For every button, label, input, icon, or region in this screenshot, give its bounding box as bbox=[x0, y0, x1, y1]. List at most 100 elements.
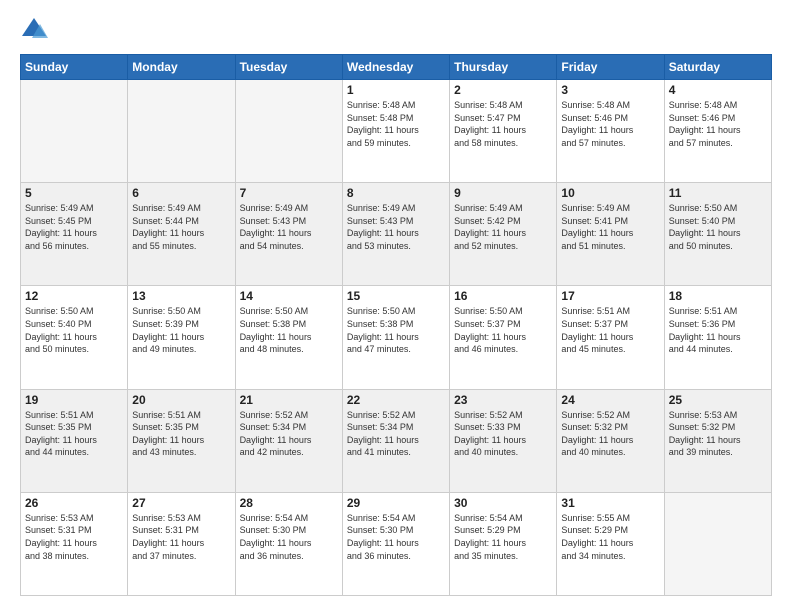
day-number: 4 bbox=[669, 83, 767, 97]
cell-info: Sunrise: 5:50 AM Sunset: 5:37 PM Dayligh… bbox=[454, 305, 552, 355]
calendar-cell bbox=[21, 80, 128, 183]
cell-info: Sunrise: 5:52 AM Sunset: 5:32 PM Dayligh… bbox=[561, 409, 659, 459]
calendar-cell: 14Sunrise: 5:50 AM Sunset: 5:38 PM Dayli… bbox=[235, 286, 342, 389]
cell-info: Sunrise: 5:52 AM Sunset: 5:34 PM Dayligh… bbox=[240, 409, 338, 459]
calendar-cell: 29 Sunrise: 5:54 AM Sunset: 5:30 PM Dayli… bbox=[342, 492, 449, 595]
day-number: 23 bbox=[454, 393, 552, 407]
calendar-cell: 9Sunrise: 5:49 AM Sunset: 5:42 PM Daylig… bbox=[450, 183, 557, 286]
cell-info: Sunrise: 5:49 AM Sunset: 5:42 PM Dayligh… bbox=[454, 202, 552, 252]
calendar-row-0: 1 Sunrise: 5:48 AM Sunset: 5:48 PM Daylig… bbox=[21, 80, 772, 183]
day-number: 26 bbox=[25, 496, 123, 510]
calendar-cell bbox=[128, 80, 235, 183]
calendar-cell bbox=[235, 80, 342, 183]
calendar-cell: 15 Sunrise: 5:50 AM Sunset: 5:38 PM Dayli… bbox=[342, 286, 449, 389]
page: SundayMondayTuesdayWednesdayThursdayFrid… bbox=[0, 0, 792, 612]
calendar-cell: 31 Sunrise: 5:55 AM Sunset: 5:29 PM Dayli… bbox=[557, 492, 664, 595]
calendar-cell: 4 Sunrise: 5:48 AM Sunset: 5:46 PM Daylig… bbox=[664, 80, 771, 183]
logo bbox=[20, 16, 52, 44]
cell-info: Sunrise: 5:48 AM Sunset: 5:46 PM Dayligh… bbox=[669, 99, 767, 149]
calendar-cell: 27Sunrise: 5:53 AM Sunset: 5:31 PM Dayli… bbox=[128, 492, 235, 595]
day-number: 18 bbox=[669, 289, 767, 303]
cell-info: Sunrise: 5:53 AM Sunset: 5:31 PM Dayligh… bbox=[25, 512, 123, 562]
day-number: 13 bbox=[132, 289, 230, 303]
cell-info: Sunrise: 5:49 AM Sunset: 5:43 PM Dayligh… bbox=[347, 202, 445, 252]
day-number: 7 bbox=[240, 186, 338, 200]
cell-info: Sunrise: 5:52 AM Sunset: 5:33 PM Dayligh… bbox=[454, 409, 552, 459]
calendar-cell: 13 Sunrise: 5:50 AM Sunset: 5:39 PM Dayli… bbox=[128, 286, 235, 389]
day-number: 24 bbox=[561, 393, 659, 407]
weekday-header-monday: Monday bbox=[128, 55, 235, 80]
weekday-header-sunday: Sunday bbox=[21, 55, 128, 80]
calendar-cell: 11 Sunrise: 5:50 AM Sunset: 5:40 PM Dayli… bbox=[664, 183, 771, 286]
cell-info: Sunrise: 5:48 AM Sunset: 5:48 PM Dayligh… bbox=[347, 99, 445, 149]
calendar-cell: 21 Sunrise: 5:52 AM Sunset: 5:34 PM Dayli… bbox=[235, 389, 342, 492]
cell-info: Sunrise: 5:51 AM Sunset: 5:35 PM Dayligh… bbox=[25, 409, 123, 459]
calendar-cell: 5 Sunrise: 5:49 AM Sunset: 5:45 PM Daylig… bbox=[21, 183, 128, 286]
cell-info: Sunrise: 5:48 AM Sunset: 5:46 PM Dayligh… bbox=[561, 99, 659, 149]
day-number: 6 bbox=[132, 186, 230, 200]
calendar-cell: 19Sunrise: 5:51 AM Sunset: 5:35 PM Dayli… bbox=[21, 389, 128, 492]
logo-icon bbox=[20, 16, 48, 44]
calendar-cell: 8 Sunrise: 5:49 AM Sunset: 5:43 PM Daylig… bbox=[342, 183, 449, 286]
weekday-header-saturday: Saturday bbox=[664, 55, 771, 80]
calendar-cell: 12Sunrise: 5:50 AM Sunset: 5:40 PM Dayli… bbox=[21, 286, 128, 389]
cell-info: Sunrise: 5:50 AM Sunset: 5:38 PM Dayligh… bbox=[240, 305, 338, 355]
calendar-cell: 16 Sunrise: 5:50 AM Sunset: 5:37 PM Dayli… bbox=[450, 286, 557, 389]
cell-info: Sunrise: 5:49 AM Sunset: 5:41 PM Dayligh… bbox=[561, 202, 659, 252]
calendar-table: SundayMondayTuesdayWednesdayThursdayFrid… bbox=[20, 54, 772, 596]
day-number: 31 bbox=[561, 496, 659, 510]
calendar-cell: 7Sunrise: 5:49 AM Sunset: 5:43 PM Daylig… bbox=[235, 183, 342, 286]
weekday-header-tuesday: Tuesday bbox=[235, 55, 342, 80]
calendar-cell: 30 Sunrise: 5:54 AM Sunset: 5:29 PM Dayli… bbox=[450, 492, 557, 595]
weekday-header-wednesday: Wednesday bbox=[342, 55, 449, 80]
calendar-cell: 26 Sunrise: 5:53 AM Sunset: 5:31 PM Dayli… bbox=[21, 492, 128, 595]
cell-info: Sunrise: 5:51 AM Sunset: 5:37 PM Dayligh… bbox=[561, 305, 659, 355]
day-number: 8 bbox=[347, 186, 445, 200]
calendar-cell: 10Sunrise: 5:49 AM Sunset: 5:41 PM Dayli… bbox=[557, 183, 664, 286]
day-number: 20 bbox=[132, 393, 230, 407]
day-number: 17 bbox=[561, 289, 659, 303]
day-number: 21 bbox=[240, 393, 338, 407]
cell-info: Sunrise: 5:49 AM Sunset: 5:45 PM Dayligh… bbox=[25, 202, 123, 252]
cell-info: Sunrise: 5:54 AM Sunset: 5:30 PM Dayligh… bbox=[240, 512, 338, 562]
calendar-cell: 24 Sunrise: 5:52 AM Sunset: 5:32 PM Dayli… bbox=[557, 389, 664, 492]
calendar-cell: 22 Sunrise: 5:52 AM Sunset: 5:34 PM Dayli… bbox=[342, 389, 449, 492]
cell-info: Sunrise: 5:53 AM Sunset: 5:31 PM Dayligh… bbox=[132, 512, 230, 562]
cell-info: Sunrise: 5:50 AM Sunset: 5:39 PM Dayligh… bbox=[132, 305, 230, 355]
cell-info: Sunrise: 5:54 AM Sunset: 5:30 PM Dayligh… bbox=[347, 512, 445, 562]
day-number: 3 bbox=[561, 83, 659, 97]
day-number: 5 bbox=[25, 186, 123, 200]
day-number: 30 bbox=[454, 496, 552, 510]
weekday-header-row: SundayMondayTuesdayWednesdayThursdayFrid… bbox=[21, 55, 772, 80]
cell-info: Sunrise: 5:51 AM Sunset: 5:35 PM Dayligh… bbox=[132, 409, 230, 459]
day-number: 11 bbox=[669, 186, 767, 200]
calendar-cell: 3 Sunrise: 5:48 AM Sunset: 5:46 PM Daylig… bbox=[557, 80, 664, 183]
day-number: 25 bbox=[669, 393, 767, 407]
calendar-cell: 17 Sunrise: 5:51 AM Sunset: 5:37 PM Dayli… bbox=[557, 286, 664, 389]
cell-info: Sunrise: 5:50 AM Sunset: 5:40 PM Dayligh… bbox=[669, 202, 767, 252]
cell-info: Sunrise: 5:50 AM Sunset: 5:40 PM Dayligh… bbox=[25, 305, 123, 355]
calendar-row-1: 5 Sunrise: 5:49 AM Sunset: 5:45 PM Daylig… bbox=[21, 183, 772, 286]
day-number: 22 bbox=[347, 393, 445, 407]
calendar-cell: 2 Sunrise: 5:48 AM Sunset: 5:47 PM Daylig… bbox=[450, 80, 557, 183]
calendar-cell: 25 Sunrise: 5:53 AM Sunset: 5:32 PM Dayli… bbox=[664, 389, 771, 492]
cell-info: Sunrise: 5:54 AM Sunset: 5:29 PM Dayligh… bbox=[454, 512, 552, 562]
cell-info: Sunrise: 5:48 AM Sunset: 5:47 PM Dayligh… bbox=[454, 99, 552, 149]
calendar-cell: 28Sunrise: 5:54 AM Sunset: 5:30 PM Dayli… bbox=[235, 492, 342, 595]
weekday-header-thursday: Thursday bbox=[450, 55, 557, 80]
cell-info: Sunrise: 5:52 AM Sunset: 5:34 PM Dayligh… bbox=[347, 409, 445, 459]
calendar-cell: 23 Sunrise: 5:52 AM Sunset: 5:33 PM Dayli… bbox=[450, 389, 557, 492]
calendar-cell: 18Sunrise: 5:51 AM Sunset: 5:36 PM Dayli… bbox=[664, 286, 771, 389]
day-number: 15 bbox=[347, 289, 445, 303]
day-number: 16 bbox=[454, 289, 552, 303]
calendar-cell: 6 Sunrise: 5:49 AM Sunset: 5:44 PM Daylig… bbox=[128, 183, 235, 286]
day-number: 29 bbox=[347, 496, 445, 510]
calendar-cell bbox=[664, 492, 771, 595]
cell-info: Sunrise: 5:53 AM Sunset: 5:32 PM Dayligh… bbox=[669, 409, 767, 459]
day-number: 1 bbox=[347, 83, 445, 97]
cell-info: Sunrise: 5:49 AM Sunset: 5:44 PM Dayligh… bbox=[132, 202, 230, 252]
header bbox=[20, 16, 772, 44]
cell-info: Sunrise: 5:50 AM Sunset: 5:38 PM Dayligh… bbox=[347, 305, 445, 355]
cell-info: Sunrise: 5:55 AM Sunset: 5:29 PM Dayligh… bbox=[561, 512, 659, 562]
day-number: 2 bbox=[454, 83, 552, 97]
